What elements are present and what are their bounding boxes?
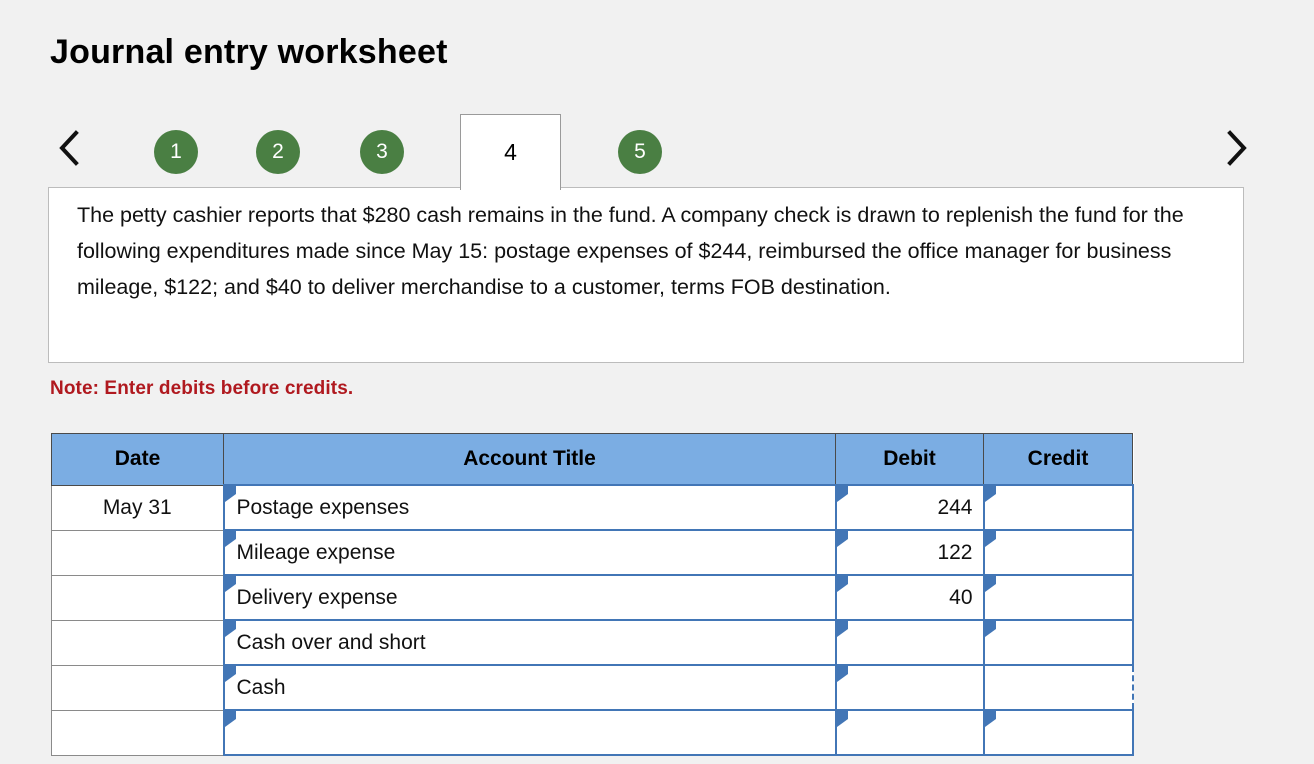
credit-input[interactable] (982, 619, 1134, 666)
debits-before-credits-note: Note: Enter debits before credits. (50, 378, 354, 399)
account-title-input[interactable]: Cash (222, 664, 837, 711)
previous-entry-button[interactable] (52, 126, 86, 170)
date-cell[interactable] (51, 619, 224, 666)
credit-input[interactable] (982, 484, 1134, 531)
column-header-credit: Credit (983, 433, 1133, 486)
column-header-date: Date (51, 433, 224, 486)
debit-input[interactable] (834, 664, 985, 711)
account-title-value: Cash (236, 676, 286, 699)
cell-marker-icon (836, 666, 848, 682)
debit-input[interactable]: 244 (834, 484, 985, 531)
date-cell[interactable] (51, 574, 224, 621)
account-title-input[interactable]: Postage expenses (222, 484, 837, 531)
journal-entry-tabstrip: 1 2 3 4 5 (48, 112, 1266, 190)
tab-entry-2-label: 2 (272, 140, 284, 163)
cell-marker-icon (984, 576, 996, 592)
credit-input[interactable] (982, 709, 1134, 756)
tab-entry-2[interactable]: 2 (256, 130, 300, 174)
tab-entry-1[interactable]: 1 (154, 130, 198, 174)
cell-marker-icon (836, 621, 848, 637)
table-row: Cash (51, 664, 1134, 711)
account-title-input[interactable]: Cash over and short (222, 619, 837, 666)
next-entry-button[interactable] (1220, 126, 1254, 170)
column-header-account: Account Title (223, 433, 836, 486)
tab-entry-3-label: 3 (376, 140, 388, 163)
account-title-input[interactable]: Delivery expense (222, 574, 837, 621)
table-row: Delivery expense 40 (51, 574, 1134, 621)
tab-entry-1-label: 1 (170, 140, 182, 163)
credit-input-selected[interactable] (982, 664, 1134, 711)
account-title-value: Mileage expense (236, 541, 396, 564)
account-title-value: Postage expenses (236, 496, 410, 519)
tab-entry-5-label: 5 (634, 140, 646, 163)
tab-entry-5[interactable]: 5 (618, 130, 662, 174)
debit-input[interactable]: 40 (834, 574, 985, 621)
debit-input[interactable]: 122 (834, 529, 985, 576)
cell-marker-icon (984, 531, 996, 547)
account-title-input[interactable]: Mileage expense (222, 529, 837, 576)
cell-marker-icon (984, 486, 996, 502)
account-title-value: Cash over and short (236, 631, 426, 654)
date-cell[interactable] (51, 709, 224, 756)
date-cell[interactable] (51, 529, 224, 576)
worksheet-page: Journal entry worksheet 1 2 3 4 5 The pe… (0, 0, 1314, 764)
tab-entry-4-label: 4 (504, 139, 517, 165)
table-row: Mileage expense 122 (51, 529, 1134, 576)
cell-marker-icon (224, 711, 236, 727)
table-row: May 31 Postage expenses 244 (51, 484, 1134, 531)
table-header-row: Date Account Title Debit Credit (51, 433, 1133, 486)
tab-entry-4-active[interactable]: 4 (460, 114, 561, 190)
debit-input[interactable] (834, 709, 985, 756)
debit-input[interactable] (834, 619, 985, 666)
cell-marker-icon (984, 621, 996, 637)
table-row (51, 709, 1134, 756)
cell-marker-icon (836, 711, 848, 727)
cell-marker-icon (984, 711, 996, 727)
date-cell[interactable] (51, 664, 224, 711)
account-title-input[interactable] (222, 709, 837, 756)
journal-entry-table: Date Account Title Debit Credit May 31 P… (51, 433, 1134, 756)
question-text: The petty cashier reports that $280 cash… (77, 203, 1184, 299)
credit-input[interactable] (982, 529, 1134, 576)
tab-entry-3[interactable]: 3 (360, 130, 404, 174)
table-row: Cash over and short (51, 619, 1134, 666)
chevron-left-icon (57, 129, 81, 167)
debit-value: 40 (949, 586, 973, 609)
page-title: Journal entry worksheet (50, 33, 448, 71)
account-title-value: Delivery expense (236, 586, 398, 609)
column-header-debit: Debit (835, 433, 984, 486)
question-panel: The petty cashier reports that $280 cash… (48, 187, 1244, 363)
debit-value: 122 (937, 541, 973, 564)
debit-value: 244 (937, 496, 973, 519)
chevron-right-icon (1225, 129, 1249, 167)
credit-input[interactable] (982, 574, 1134, 621)
date-cell[interactable]: May 31 (51, 484, 224, 531)
